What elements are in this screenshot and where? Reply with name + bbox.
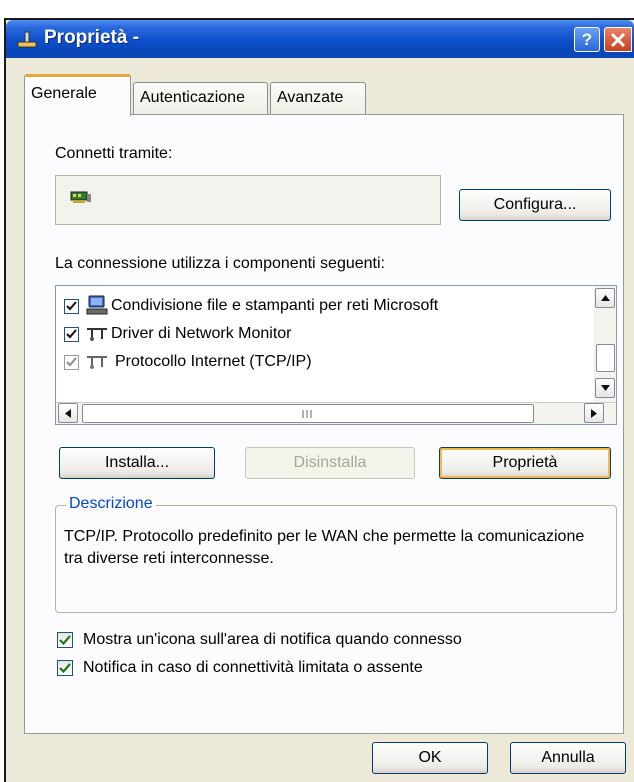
components-label: La connessione utilizza i componenti seg… [55,255,385,272]
option-row-notify-icon[interactable]: Mostra un'icona sull'area di notifica qu… [57,631,462,649]
checkmark-icon [59,635,71,646]
arrow-right-icon [591,409,597,418]
checkbox-file-sharing[interactable] [64,298,79,314]
list-item[interactable]: Driver di Network Monitor [64,320,291,348]
tab-autenticazione[interactable]: Autenticazione [133,82,268,114]
close-icon [610,32,626,48]
description-title: Descrizione [66,495,156,513]
horizontal-scrollbar[interactable] [56,402,616,424]
list-item-label: Protocollo Internet (TCP/IP) [111,351,316,373]
title-bar[interactable]: Proprietà - ? [6,20,634,58]
arrow-down-icon [601,385,610,391]
scroll-down-button[interactable] [595,378,615,398]
tab-avanzate[interactable]: Avanzate [270,82,366,114]
network-protocol-icon [87,356,107,369]
checkmark-icon [66,356,77,366]
hscroll-thumb[interactable] [82,404,534,423]
properties-button[interactable]: Proprietà [439,447,611,479]
option-row-notify-limited[interactable]: Notifica in caso di connettività limitat… [57,659,423,677]
checkbox-tcpip[interactable] [64,354,79,370]
ok-button[interactable]: OK [372,742,488,774]
vertical-scrollbar[interactable] [594,286,616,402]
computer-network-icon [86,295,108,315]
checkbox-network-monitor[interactable] [64,326,79,342]
scroll-up-button[interactable] [595,288,615,308]
connect-label: Connetti tramite: [55,145,173,162]
list-item-label: Driver di Network Monitor [111,325,292,342]
window-title: Proprietà - [44,27,140,48]
checkbox-notify-icon[interactable] [57,632,73,648]
tab-generale[interactable]: Generale [24,74,131,116]
list-item[interactable]: Protocollo Internet (TCP/IP) [64,348,316,376]
option-notify-limited-label: Notifica in caso di connettività limitat… [83,659,423,676]
network-connection-icon [17,31,37,48]
configure-button[interactable]: Configura... [459,189,611,221]
grip-icon [302,410,312,418]
network-protocol-icon [87,328,107,341]
close-button[interactable] [604,27,632,52]
scroll-left-button[interactable] [58,403,78,423]
checkmark-icon [66,300,77,310]
scroll-right-button[interactable] [584,403,604,423]
properties-dialog: Proprietà - ? Generale Autenticazione Av… [4,18,634,782]
uninstall-button[interactable]: Disinstalla [245,447,415,479]
list-item-label: Condivisione file e stampanti per reti M… [111,297,439,314]
cancel-button[interactable]: Annulla [510,742,626,774]
tab-panel-generale: Connetti tramite: Configura... La connes… [24,114,624,734]
checkmark-icon [59,663,71,674]
install-button[interactable]: Installa... [59,447,215,479]
list-item[interactable]: Condivisione file e stampanti per reti M… [64,292,438,320]
arrow-left-icon [65,409,71,418]
adapter-display [55,175,441,225]
checkmark-icon [66,328,77,338]
arrow-up-icon [601,295,610,301]
help-button[interactable]: ? [574,27,600,52]
description-text: TCP/IP. Protocollo predefinito per le WA… [64,528,585,567]
scroll-thumb[interactable] [596,344,615,372]
components-list[interactable]: Condivisione file e stampanti per reti M… [55,285,617,425]
option-notify-icon-label: Mostra un'icona sull'area di notifica qu… [83,631,462,648]
checkbox-notify-limited[interactable] [57,660,73,676]
description-group: Descrizione TCP/IP. Protocollo predefini… [55,495,617,613]
network-adapter-icon [70,191,91,203]
